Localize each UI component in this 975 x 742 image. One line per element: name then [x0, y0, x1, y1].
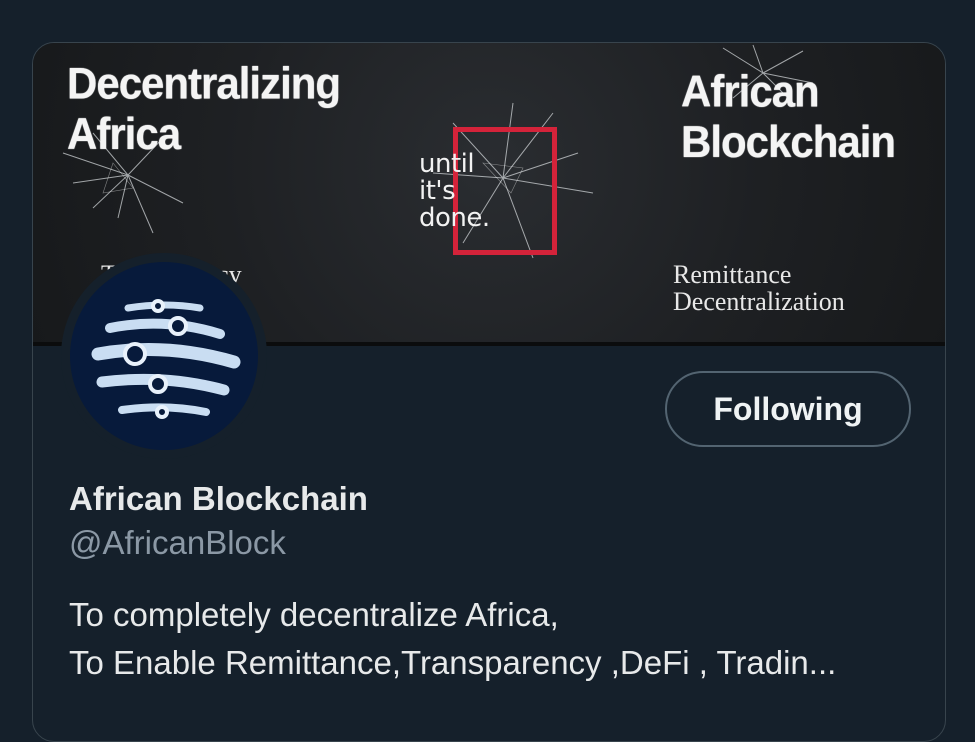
- banner-right-subtitle-line1: Remittance: [673, 260, 792, 289]
- banner-right-subtitle-line2: Decentralization: [673, 287, 845, 316]
- center-line2: it's: [419, 176, 456, 206]
- following-button[interactable]: Following: [665, 371, 911, 447]
- user-handle: @AfricanBlock: [69, 524, 286, 561]
- globe-network-logo-icon: [70, 262, 258, 450]
- profile-card: Decentralizing Africa Transparency until…: [32, 42, 946, 742]
- bio-line1: To completely decentralize Africa,: [69, 596, 559, 633]
- display-name: African Blockchain: [69, 480, 368, 517]
- banner-right-title: African Blockchain: [681, 67, 931, 168]
- center-line3: done.: [419, 203, 490, 233]
- banner-left-title-line1: Decentralizing: [67, 58, 341, 108]
- center-line1: until: [419, 149, 475, 179]
- banner-left-title: Decentralizing Africa: [67, 59, 397, 160]
- bio-line2: To Enable Remittance,Transparency ,DeFi …: [69, 644, 837, 681]
- until-its-done-text: until it's done.: [419, 151, 579, 232]
- banner-right-title-line2: Blockchain: [681, 117, 896, 167]
- avatar[interactable]: [61, 253, 267, 459]
- avatar-logo-graphic: [91, 299, 241, 419]
- profile-bio: To completely decentralize Africa, To En…: [69, 591, 929, 687]
- banner-right-subtitle: Remittance Decentralization: [673, 261, 913, 315]
- banner-right-title-line1: African: [681, 66, 820, 116]
- banner-left-title-line2: Africa: [67, 109, 181, 159]
